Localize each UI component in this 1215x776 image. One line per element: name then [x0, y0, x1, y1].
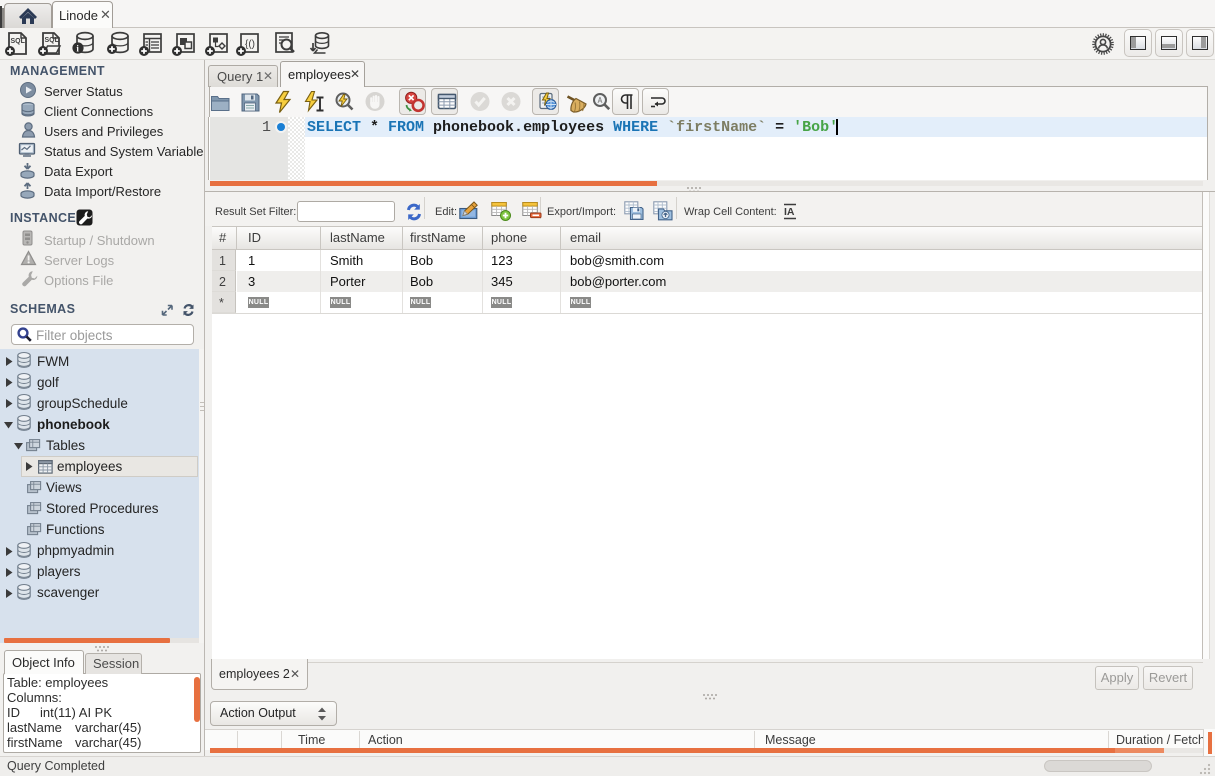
svg-text:IA: IA — [784, 206, 795, 218]
svg-text:SQL: SQL — [45, 37, 60, 44]
svg-text:{(): {() — [245, 39, 255, 50]
svg-text:SQL: SQL — [11, 38, 26, 45]
